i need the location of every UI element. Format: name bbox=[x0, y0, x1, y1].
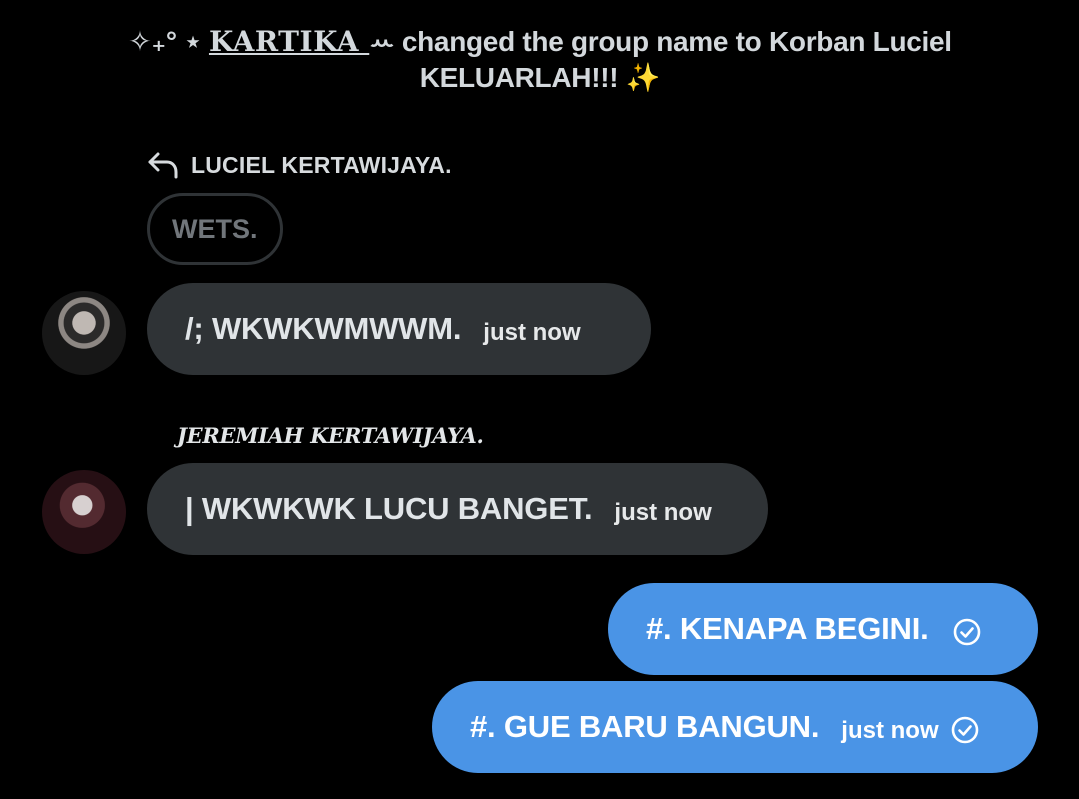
reply-context[interactable]: LUCIEL KERTAWIJAYA. bbox=[147, 148, 452, 182]
notice-message: changed the group name to Korban Luciel … bbox=[394, 26, 952, 93]
system-notice: ✧₊° ⋆ KARTIKA ꕀ changed the group name t… bbox=[100, 24, 980, 96]
message-bubble-outgoing[interactable]: #. GUE BARU BANGUN. just now bbox=[432, 681, 1038, 773]
avatar[interactable] bbox=[42, 470, 126, 554]
reply-sender-name: LUCIEL KERTAWIJAYA. bbox=[191, 151, 452, 178]
reply-arrow-icon bbox=[147, 150, 179, 180]
message-timestamp: just now bbox=[614, 499, 712, 526]
message-bubble[interactable]: /; WKWKWMWWM. just now bbox=[147, 283, 651, 375]
message-text: /; WKWKWMWWM. bbox=[185, 311, 462, 346]
message-timestamp: just now bbox=[841, 717, 939, 744]
sender-name: JEREMIAH KERTAWIJAYA. bbox=[177, 423, 484, 448]
message-bubble[interactable]: | WKWKWK LUCU BANGET. just now bbox=[147, 463, 768, 555]
notice-decoration: ✧₊° ⋆ bbox=[128, 26, 209, 57]
quoted-message[interactable]: WETS. bbox=[147, 193, 283, 265]
message-text: #. KENAPA BEGINI. bbox=[646, 611, 929, 646]
avatar[interactable] bbox=[42, 291, 126, 375]
check-circle-icon bbox=[951, 716, 979, 744]
message-timestamp: just now bbox=[483, 319, 581, 346]
notice-actor-decoration: ꕀ bbox=[369, 26, 395, 57]
message-bubble-outgoing[interactable]: #. KENAPA BEGINI. bbox=[608, 583, 1038, 675]
check-circle-icon bbox=[953, 618, 981, 646]
notice-actor-name[interactable]: KARTIKA bbox=[209, 25, 369, 58]
message-text: #. GUE BARU BANGUN. bbox=[470, 709, 820, 744]
message-text: | WKWKWK LUCU BANGET. bbox=[185, 491, 593, 526]
